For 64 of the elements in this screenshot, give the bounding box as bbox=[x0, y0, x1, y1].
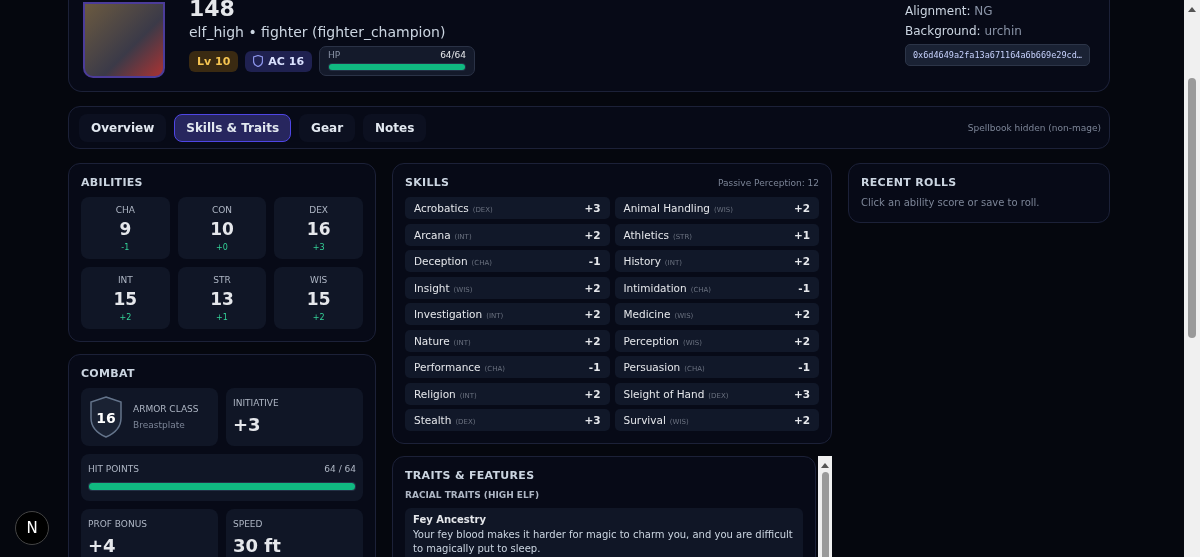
passive-perception: Passive Perception: 12 bbox=[717, 177, 819, 188]
section-title: ABILITIES bbox=[81, 176, 144, 189]
tab[interactable]: Skills & Traits bbox=[174, 113, 292, 142]
tab[interactable]: Notes bbox=[363, 113, 427, 142]
scrollbar-thumb[interactable] bbox=[1188, 78, 1196, 338]
initiative-value: +3 bbox=[233, 414, 262, 435]
ability-score: 15 bbox=[306, 289, 331, 309]
ability-modifier: +2 bbox=[119, 313, 132, 322]
ability-modifier: -1 bbox=[121, 243, 130, 252]
scroll-up-icon[interactable] bbox=[821, 462, 829, 468]
ability-score: 15 bbox=[113, 289, 138, 309]
recent-rolls-hint: Click an ability score or save to roll. bbox=[861, 197, 1041, 208]
ability-card[interactable]: CHA 9 -1 bbox=[81, 197, 170, 259]
ability-modifier: +2 bbox=[312, 313, 325, 322]
traits-section-title: RACIAL TRAITS (HIGH ELF) bbox=[405, 490, 540, 500]
hit-points-label: HIT POINTS bbox=[88, 464, 139, 474]
prof-bonus-label: PROF BONUS bbox=[88, 519, 148, 529]
section-title: COMBAT bbox=[81, 367, 136, 380]
level-badge: Lv 10 bbox=[189, 50, 239, 72]
ability-name: WIS bbox=[310, 275, 328, 285]
ability-card[interactable]: DEX 16 +3 bbox=[274, 197, 363, 259]
address-chip: 0x6d4649a2fa13a671164a6b669e29cd… bbox=[905, 44, 1090, 66]
ability-modifier: +3 bbox=[312, 243, 325, 252]
ability-card[interactable]: INT 15 +2 bbox=[81, 267, 170, 329]
tab[interactable]: Overview bbox=[79, 113, 167, 142]
background-text: Background: urchin bbox=[905, 24, 1023, 38]
armor-name: Breastplate bbox=[133, 420, 186, 430]
ability-name: CHA bbox=[115, 205, 135, 215]
hit-points-value: 64 / 64 bbox=[324, 464, 356, 474]
ability-card[interactable]: CON 10 +0 bbox=[177, 197, 267, 259]
scroll-up-icon[interactable] bbox=[1188, 6, 1196, 12]
ability-name: INT bbox=[117, 275, 133, 285]
shield-icon bbox=[253, 55, 264, 67]
ability-modifier: +1 bbox=[216, 313, 228, 322]
hp-value: 64/64 bbox=[440, 50, 467, 60]
alignment-text: Alignment: NG bbox=[905, 4, 994, 18]
section-title: TRAITS & FEATURES bbox=[405, 469, 536, 482]
ability-modifier: +0 bbox=[216, 243, 228, 252]
ability-card[interactable]: STR 13 +1 bbox=[177, 267, 267, 329]
initiative-label: INITIATIVE bbox=[233, 398, 280, 408]
ability-card[interactable]: WIS 15 +2 bbox=[274, 267, 363, 329]
ability-score: 10 bbox=[210, 219, 234, 239]
hp-label: HP bbox=[328, 50, 341, 60]
character-subtitle: elf_high • fighter (fighter_champion) bbox=[189, 24, 447, 40]
tab[interactable]: Gear bbox=[299, 113, 356, 142]
section-title: RECENT ROLLS bbox=[861, 176, 958, 189]
ability-score: 13 bbox=[210, 289, 234, 309]
spellbook-note: Spellbook hidden (non-mage) bbox=[967, 122, 1101, 133]
section-title: SKILLS bbox=[405, 176, 450, 189]
ability-name: STR bbox=[213, 275, 231, 285]
ability-score: 16 bbox=[306, 219, 331, 239]
ability-name: DEX bbox=[309, 205, 329, 215]
dev-indicator-button[interactable]: N bbox=[15, 511, 49, 545]
trait-name: Fey Ancestry bbox=[413, 514, 487, 525]
armor-class-label: ARMOR CLASS bbox=[133, 404, 199, 414]
prof-bonus-value: +4 bbox=[88, 535, 117, 556]
ability-name: CON bbox=[211, 205, 233, 215]
character-name: 148 bbox=[189, 0, 236, 18]
ability-score: 9 bbox=[119, 219, 132, 239]
speed-label: SPEED bbox=[233, 519, 264, 529]
armor-class-text: AC 16 bbox=[268, 54, 305, 68]
shield-icon: 16 bbox=[89, 396, 123, 438]
speed-value: 30 ft bbox=[233, 535, 282, 556]
trait-description: Your fey blood makes it harder for magic to charm you, and you are difficult to magically put to sleep. bbox=[413, 528, 794, 556]
